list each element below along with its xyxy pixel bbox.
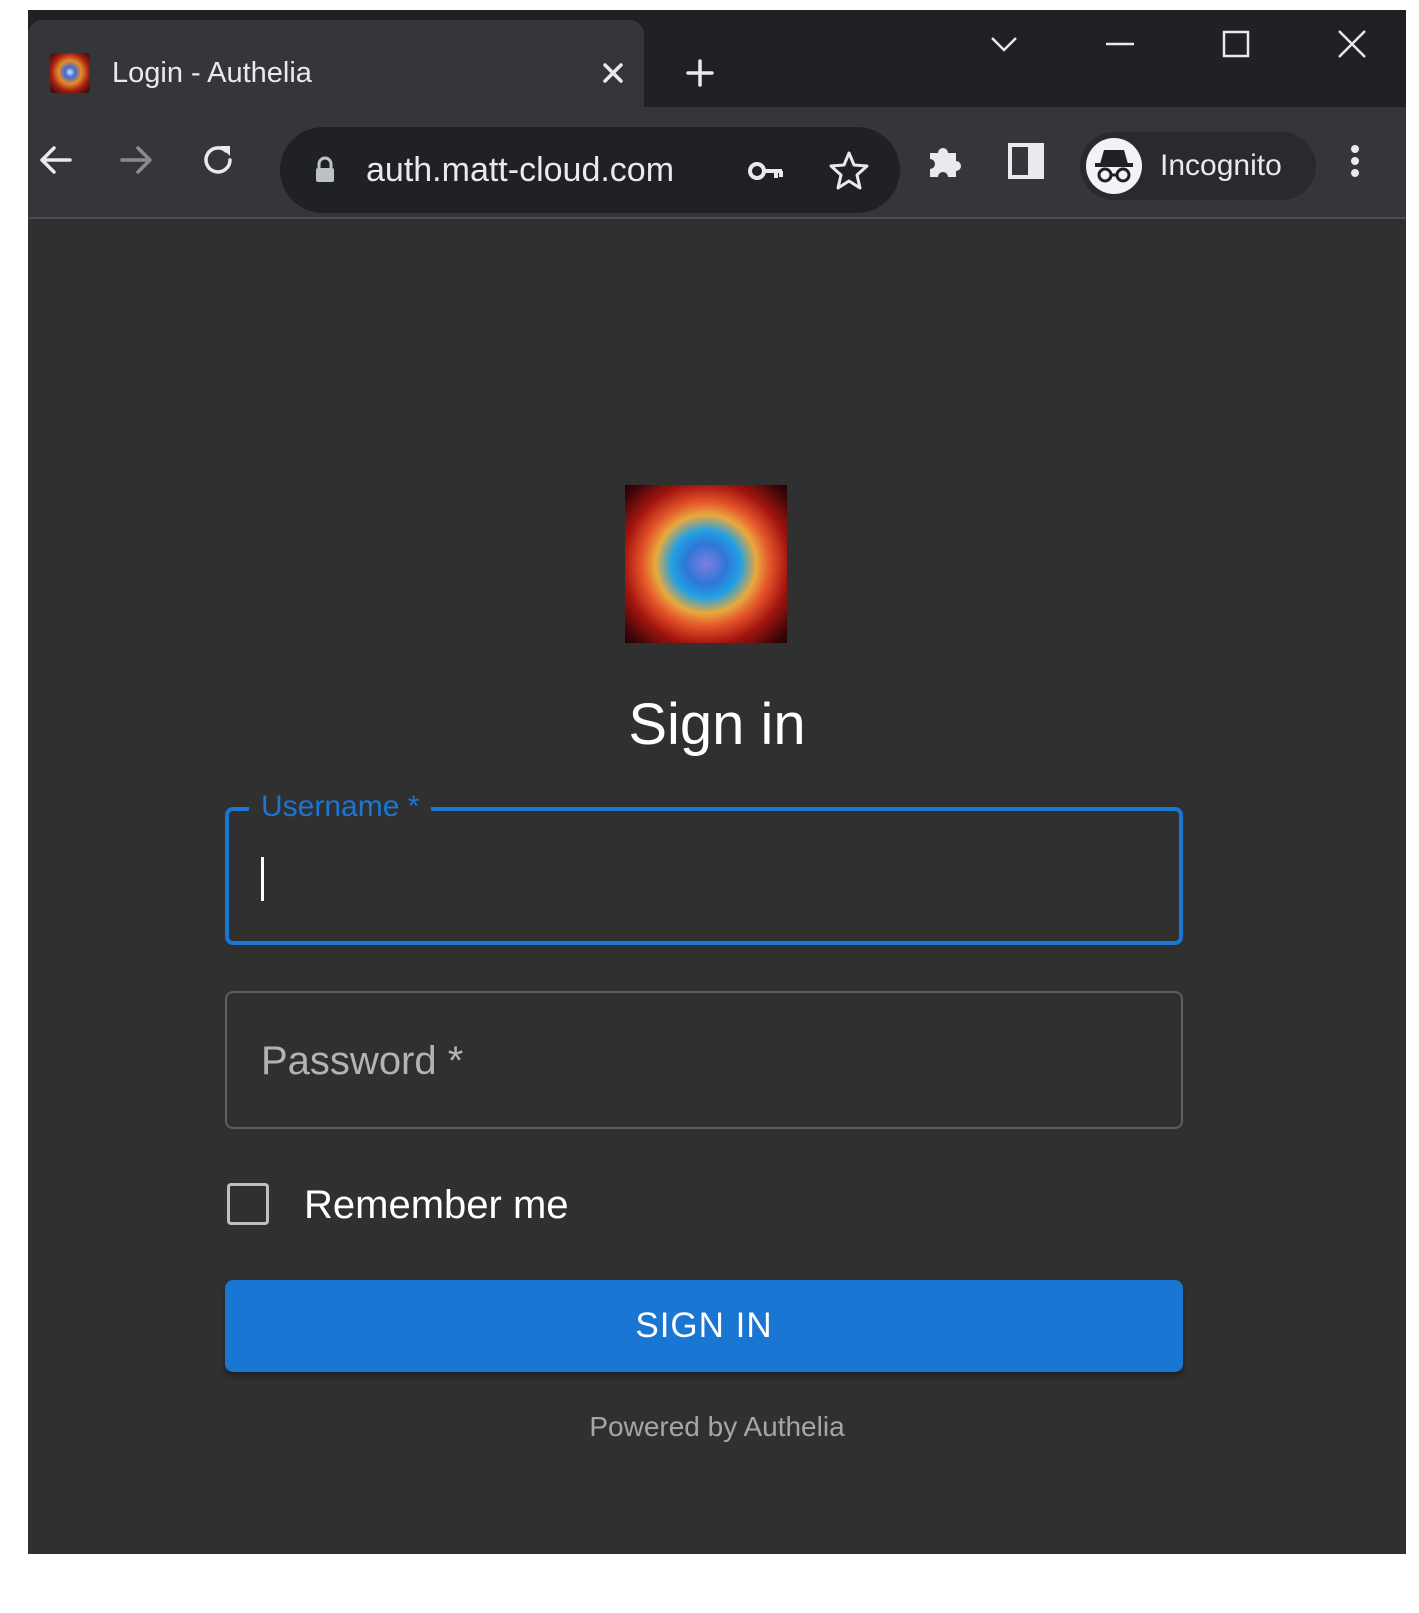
browser-window: Login - Authelia auth.matt-cloud.com Inc… [28,10,1406,1554]
login-page: Sign in Username * Password * Remember m… [28,219,1406,1554]
favicon-icon [50,53,90,93]
window-close-icon[interactable] [1330,22,1374,66]
address-bar[interactable]: auth.matt-cloud.com [280,127,900,213]
maximize-icon[interactable] [1214,22,1258,66]
kebab-menu-icon[interactable] [1333,139,1377,183]
tab-strip: Login - Authelia [28,10,1406,107]
close-icon[interactable] [593,53,633,93]
toolbar: auth.matt-cloud.com Incognito [28,107,1406,219]
remember-me-label[interactable]: Remember me [304,1181,569,1229]
lock-icon[interactable] [308,153,342,187]
remember-me-checkbox[interactable] [227,1183,269,1225]
chevron-down-icon[interactable] [982,22,1026,66]
reload-icon[interactable] [196,138,240,182]
tab-title: Login - Authelia [112,57,312,89]
plus-icon[interactable] [680,53,720,93]
username-label: Username * [249,787,432,827]
minimize-icon[interactable] [1098,22,1142,66]
tab-login[interactable]: Login - Authelia [28,20,644,107]
sign-in-button[interactable]: SIGN IN [225,1280,1183,1372]
side-panel-icon[interactable] [1004,139,1048,183]
incognito-icon [1086,138,1142,194]
password-label: Password * [261,1039,464,1083]
text-caret [261,857,264,901]
incognito-profile-button[interactable]: Incognito [1080,132,1316,200]
back-arrow-icon[interactable] [34,138,78,182]
star-icon[interactable] [828,149,870,191]
url-text: auth.matt-cloud.com [366,151,675,189]
incognito-label: Incognito [1160,149,1282,182]
key-icon[interactable] [746,151,786,191]
nebula-logo [625,485,787,643]
forward-arrow-icon[interactable] [114,138,158,182]
powered-by-text: Powered by Authelia [589,1411,845,1442]
username-input[interactable]: Username * [225,787,1183,945]
page-title: Sign in [628,692,806,757]
password-input[interactable]: Password * [225,991,1183,1129]
puzzle-icon[interactable] [922,139,966,183]
